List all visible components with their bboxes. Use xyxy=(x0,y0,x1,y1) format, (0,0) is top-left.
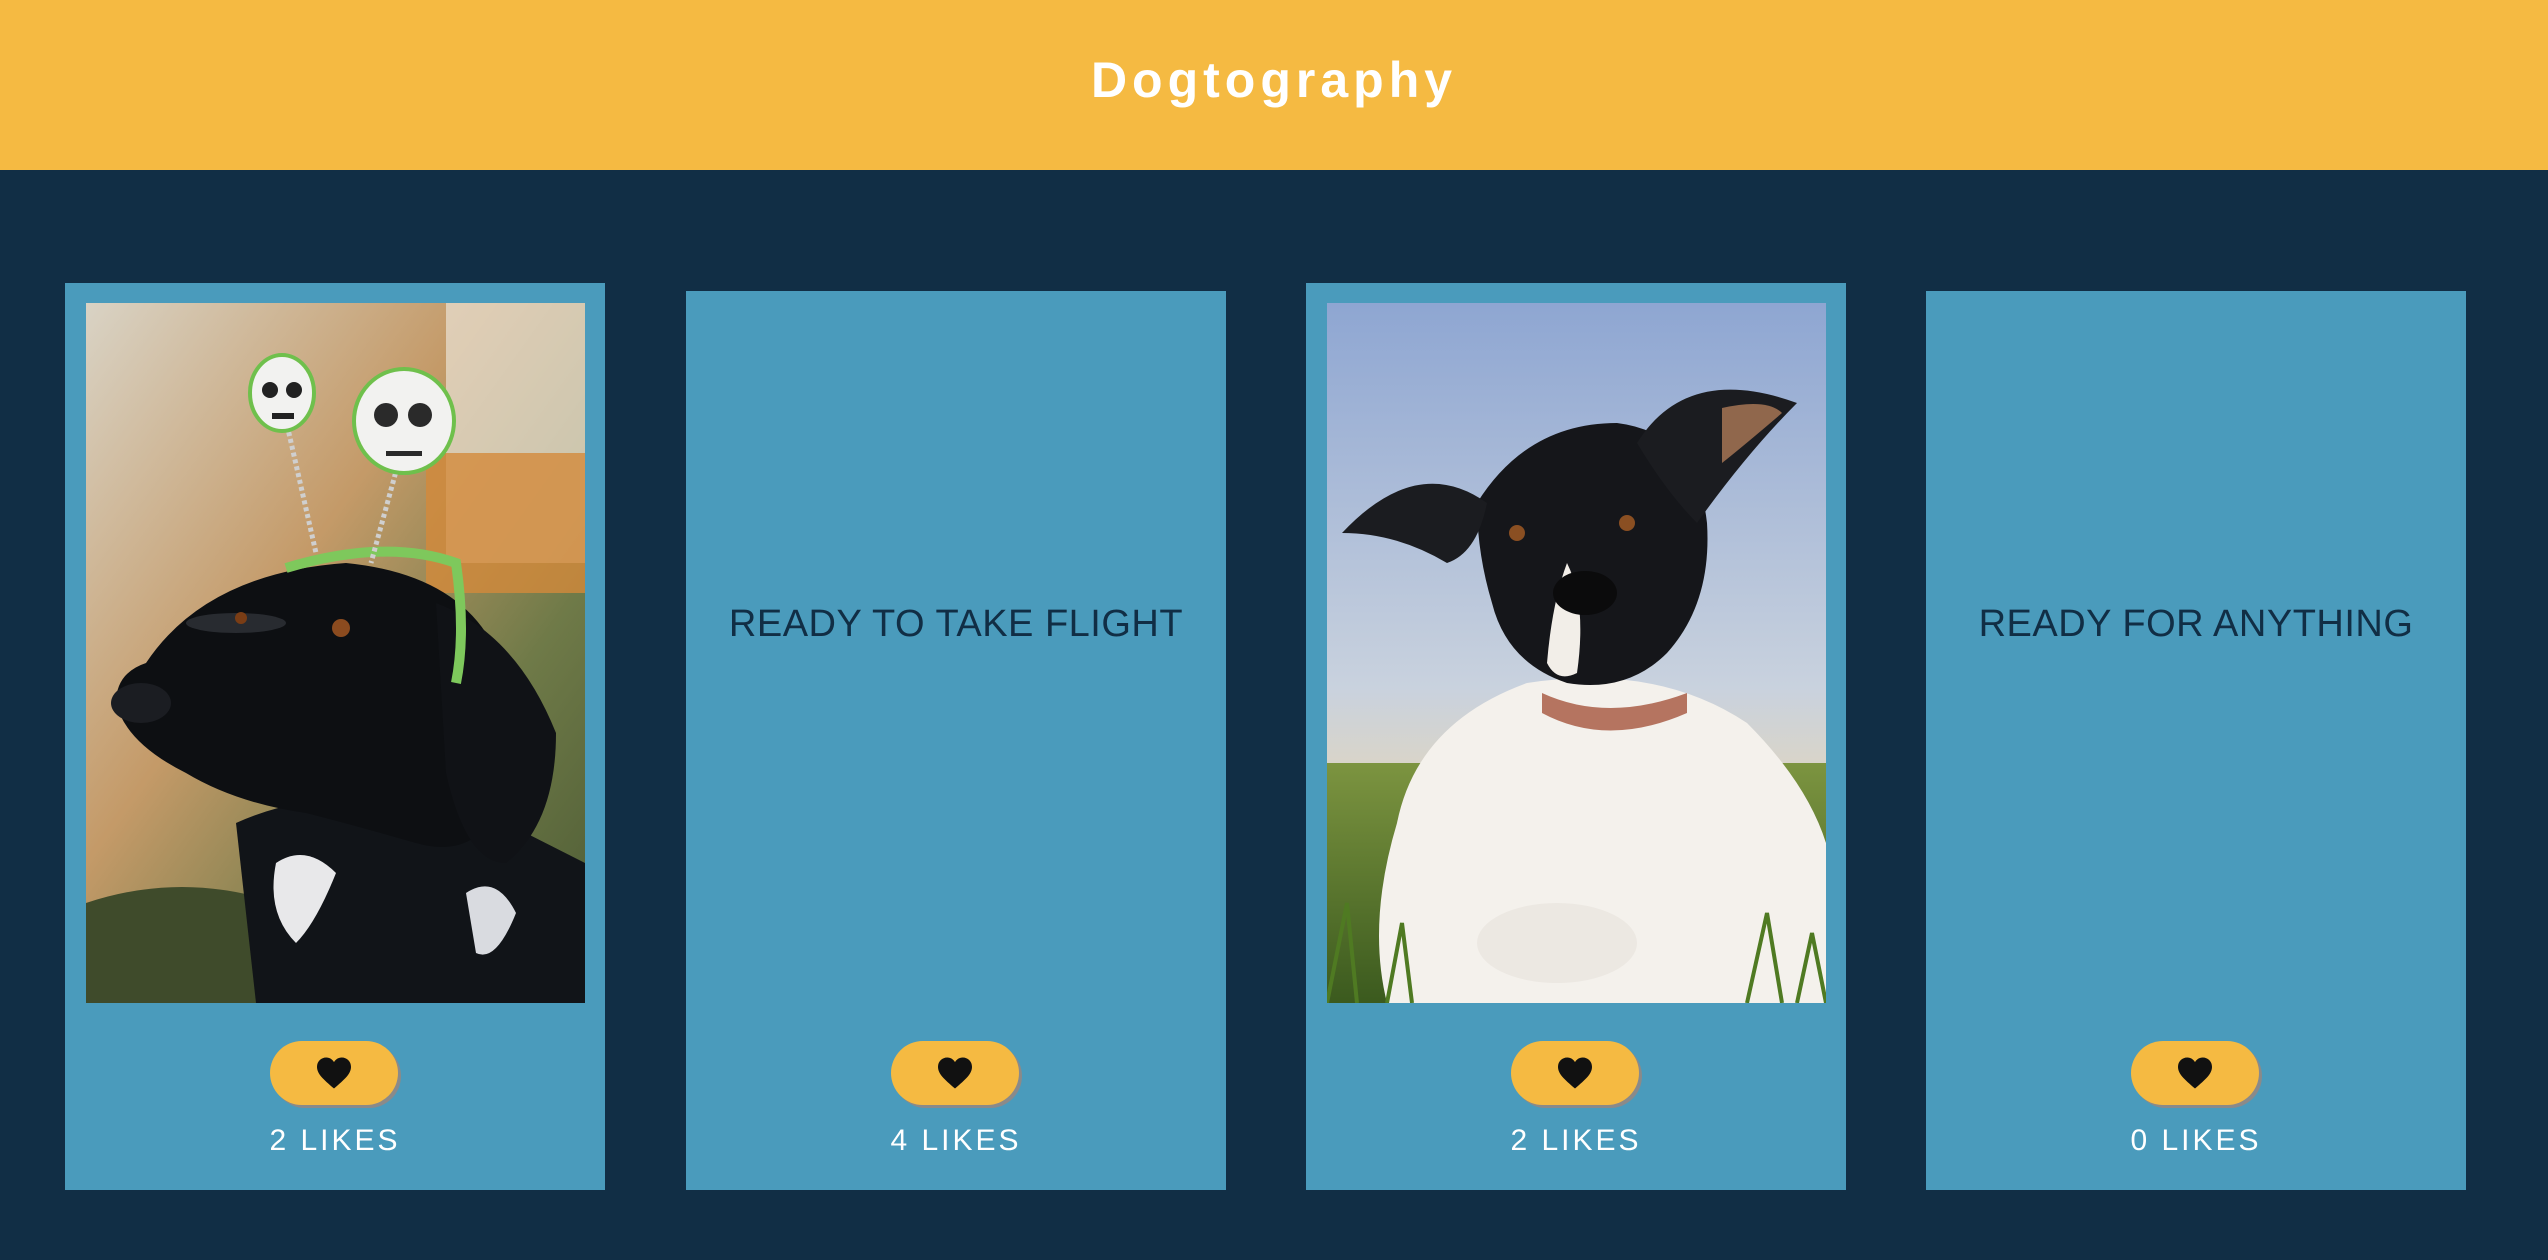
like-button[interactable] xyxy=(1511,1041,1639,1105)
dog-card[interactable]: 2 LIKES xyxy=(65,283,605,1190)
like-button[interactable] xyxy=(270,1041,398,1105)
dog-card[interactable]: READY FOR ANYTHING 0 LIKES xyxy=(1926,291,2466,1190)
site-header: Dogtography xyxy=(0,0,2548,170)
black-heart-icon xyxy=(938,1057,972,1089)
likes-count: 4 LIKES xyxy=(890,1124,1022,1157)
dog-caption: READY TO TAKE FLIGHT xyxy=(728,603,1184,645)
like-button[interactable] xyxy=(2131,1041,2259,1105)
black-heart-icon xyxy=(2178,1057,2212,1089)
likes-count: 0 LIKES xyxy=(2130,1124,2262,1157)
like-button[interactable] xyxy=(891,1041,1019,1105)
likes-count: 2 LIKES xyxy=(269,1124,401,1157)
dog-card[interactable]: READY TO TAKE FLIGHT 4 LIKES xyxy=(686,291,1226,1190)
site-title: Dogtography xyxy=(1090,52,1458,108)
black-heart-icon xyxy=(1558,1057,1592,1089)
black-heart-icon xyxy=(317,1057,351,1089)
dog-card[interactable]: 2 LIKES xyxy=(1306,283,1846,1190)
likes-count: 2 LIKES xyxy=(1510,1124,1642,1157)
dog-photo-in-grass xyxy=(1327,303,1826,1003)
dog-photo-skull-headband xyxy=(86,303,585,1003)
dog-caption: READY FOR ANYTHING xyxy=(1978,603,2414,645)
